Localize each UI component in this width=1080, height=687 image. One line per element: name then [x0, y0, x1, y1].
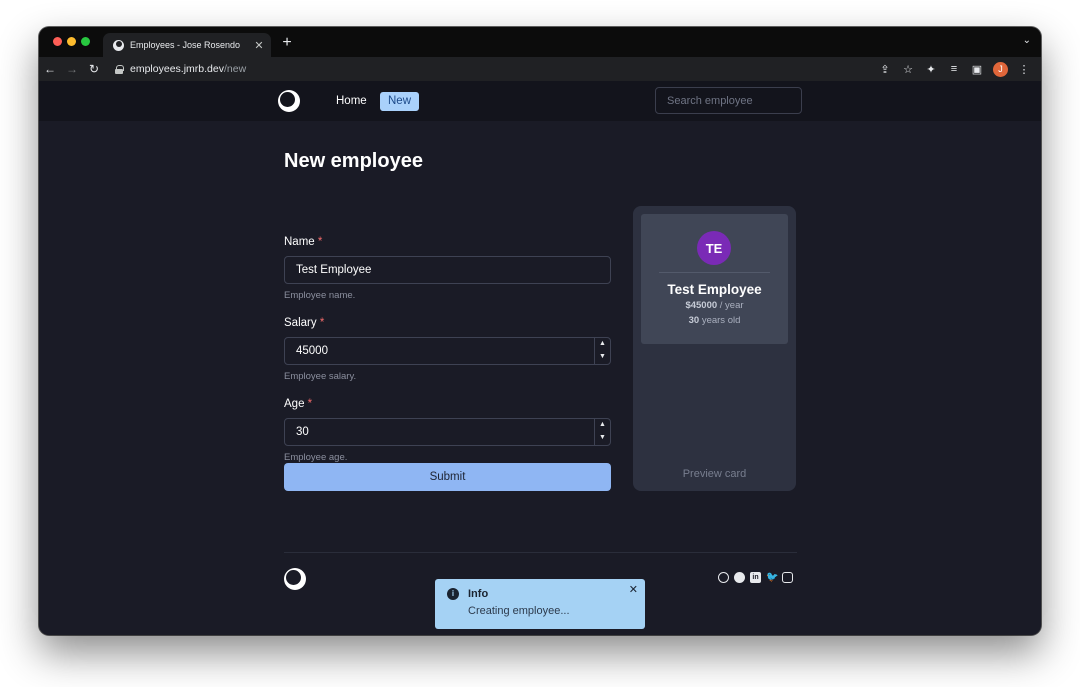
- age-input[interactable]: [284, 418, 611, 446]
- footer-divider: [284, 552, 797, 553]
- preview-caption: Preview card: [682, 468, 747, 480]
- salary-help: Employee salary.: [284, 371, 357, 382]
- sidebar-icon[interactable]: ▣: [970, 63, 984, 76]
- instagram-icon[interactable]: [782, 572, 793, 583]
- share-icon[interactable]: ⇪: [878, 63, 892, 76]
- avatar: TE: [697, 231, 731, 265]
- increment-icon[interactable]: ▲: [595, 419, 610, 432]
- github-icon[interactable]: [734, 572, 745, 583]
- decrement-icon[interactable]: ▼: [595, 432, 610, 445]
- preview-panel: TE Test Employee $45000 / year 30 years …: [633, 206, 796, 491]
- card-age-suffix: years old: [699, 315, 741, 326]
- favicon-icon: [113, 39, 124, 51]
- close-window-button[interactable]: [53, 37, 62, 46]
- card-age-value: 30: [688, 315, 700, 326]
- card-employee-name: Test Employee: [667, 282, 762, 297]
- info-toast: i Info Creating employee... ✕: [435, 579, 645, 629]
- reload-icon[interactable]: ↻: [83, 62, 105, 76]
- tab-title: Employees - Jose Rosendo: [130, 40, 241, 50]
- lock-icon: [115, 64, 124, 74]
- name-label: Name *: [284, 236, 322, 248]
- page-title: New employee: [284, 150, 423, 172]
- twitter-icon[interactable]: 🐦: [766, 572, 778, 583]
- age-help: Employee age.: [284, 452, 348, 463]
- search-input[interactable]: [655, 87, 802, 114]
- employee-card: TE Test Employee $45000 / year 30 years …: [641, 214, 788, 344]
- age-label-text: Age: [284, 398, 305, 410]
- footer-logo-icon[interactable]: [284, 568, 306, 590]
- salary-label-text: Salary: [284, 317, 317, 329]
- card-salary-value: $45000: [685, 300, 718, 311]
- site-navbar: Home New: [39, 81, 1041, 121]
- star-icon[interactable]: ☆: [901, 63, 915, 76]
- site-logo-icon[interactable]: [278, 90, 300, 112]
- name-help: Employee name.: [284, 290, 356, 301]
- name-label-text: Name: [284, 236, 315, 248]
- url-path: /new: [223, 63, 247, 75]
- minimize-window-button[interactable]: [67, 37, 76, 46]
- required-marker: *: [319, 317, 325, 329]
- forward-arrow-icon[interactable]: →: [61, 62, 83, 76]
- browser-window: Employees - Jose Rosendo ✕ + ⌄ ← → ↻ emp…: [39, 27, 1041, 635]
- browser-toolbar: ← → ↻ employees.jmrb.dev/new ⇪ ☆ ✦ ≡ ▣ J…: [39, 57, 1041, 81]
- age-label: Age *: [284, 398, 312, 410]
- address-bar[interactable]: employees.jmrb.dev/new: [109, 59, 878, 79]
- info-icon: i: [447, 588, 459, 600]
- media-icon[interactable]: ≡: [947, 63, 961, 75]
- nav-home-link[interactable]: Home: [331, 92, 372, 111]
- extensions-icon[interactable]: ✦: [924, 63, 938, 76]
- profile-avatar[interactable]: J: [993, 61, 1008, 77]
- card-divider: [659, 272, 770, 273]
- increment-icon[interactable]: ▲: [595, 338, 610, 351]
- site-content: Home New New employee Name * Employee na…: [39, 81, 1041, 635]
- linkedin-icon[interactable]: in: [750, 572, 761, 583]
- back-arrow-icon[interactable]: ←: [39, 62, 61, 76]
- tab-strip: Employees - Jose Rosendo ✕ + ⌄: [39, 27, 1041, 57]
- browser-tab[interactable]: Employees - Jose Rosendo ✕: [103, 33, 271, 57]
- url-host: employees.jmrb.dev: [130, 63, 224, 75]
- card-age: 30 years old: [641, 315, 788, 326]
- age-stepper[interactable]: ▲ ▼: [594, 419, 610, 445]
- required-marker: *: [317, 236, 323, 248]
- close-icon[interactable]: ✕: [629, 583, 638, 596]
- maximize-window-button[interactable]: [81, 37, 90, 46]
- decrement-icon[interactable]: ▼: [595, 351, 610, 364]
- submit-button[interactable]: Submit: [284, 463, 611, 491]
- salary-stepper[interactable]: ▲ ▼: [594, 338, 610, 364]
- more-icon[interactable]: ⋮: [1017, 63, 1031, 76]
- social-links: in 🐦: [718, 572, 793, 583]
- card-salary: $45000 / year: [641, 300, 788, 311]
- tab-close-icon[interactable]: ✕: [251, 39, 267, 52]
- name-input[interactable]: [284, 256, 611, 284]
- nav-new-link[interactable]: New: [380, 92, 420, 111]
- salary-label: Salary *: [284, 317, 324, 329]
- salary-input[interactable]: [284, 337, 611, 365]
- toast-title: Info: [468, 588, 489, 600]
- globe-icon[interactable]: [718, 572, 729, 583]
- toast-message: Creating employee...: [468, 605, 570, 617]
- card-salary-suffix: / year: [717, 300, 744, 311]
- required-marker: *: [307, 398, 313, 410]
- new-tab-button[interactable]: +: [279, 33, 295, 53]
- tab-search-icon[interactable]: ⌄: [1023, 35, 1031, 46]
